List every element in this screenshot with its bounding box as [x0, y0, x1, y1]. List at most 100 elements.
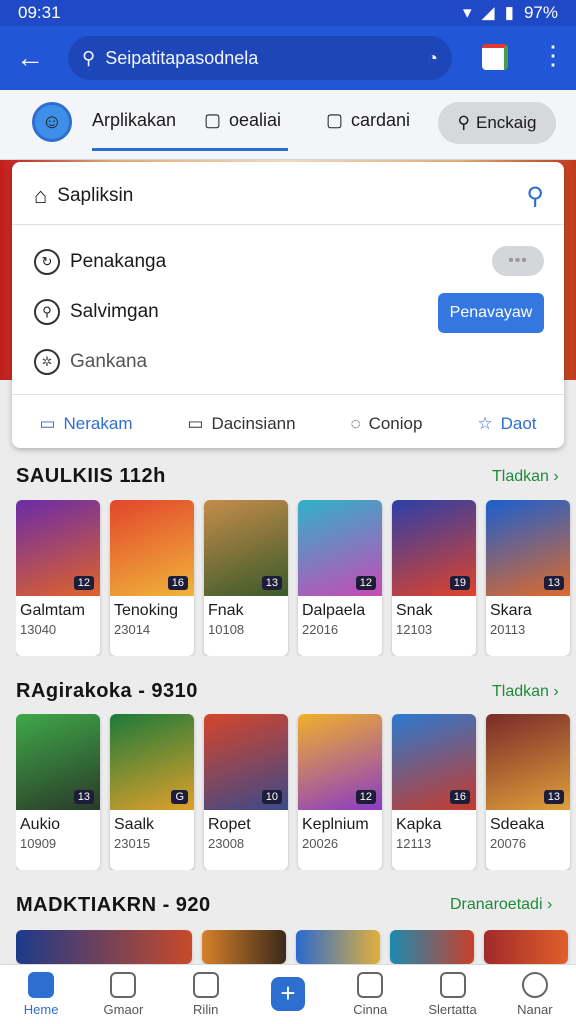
nav-label: Nanar [517, 1002, 553, 1017]
panel-title-row[interactable]: ⌂ Sapliksin ⚲ [12, 176, 564, 216]
tab-cards[interactable]: ▢ cardani [326, 110, 410, 131]
panel-item-label: Penakanga [70, 251, 167, 272]
panel-tab[interactable]: ▭ Dacinsiann [187, 414, 295, 434]
divider [12, 394, 564, 395]
nav-profile[interactable]: Nanar [500, 972, 570, 1017]
search-icon: ⚲ [82, 47, 96, 68]
toggle-button[interactable]: ••• [492, 246, 544, 276]
game-card[interactable] [202, 930, 286, 964]
panel-item[interactable]: ↻ Penakanga [12, 242, 564, 282]
game-name: Saalk [114, 816, 155, 833]
signal-icon: ◢ [481, 3, 495, 22]
section-title: MADKTIAKRN - 920 [16, 894, 211, 916]
search-icon: ⚲ [34, 299, 60, 325]
game-card[interactable]: 19 Snak 12103 [392, 500, 476, 656]
game-card[interactable]: 13 Sdeaka 20076 [486, 714, 570, 870]
section-link-label: Tladkan [492, 468, 549, 485]
panel-tab-label: Dacinsiann [211, 414, 296, 433]
game-card[interactable]: 13 Aukio 10909 [16, 714, 100, 870]
section-more-link[interactable]: Dranaroetadi › [450, 896, 552, 914]
nav-games[interactable]: Gmaor [88, 972, 158, 1017]
search-icon[interactable]: ⚲ [526, 182, 544, 211]
nav-label: Cinna [353, 1002, 388, 1017]
tab-label: Enckaig [475, 113, 537, 132]
section-title: RAgirakoka - 9310 [16, 680, 198, 702]
battery-level: 97% [523, 3, 558, 22]
rating-badge: 16 [449, 790, 470, 804]
game-art: 12 [298, 714, 382, 810]
rating-badge: 12 [355, 576, 376, 590]
game-card[interactable]: 12 Galmtam 13040 [16, 500, 100, 656]
game-name: Tenoking [114, 602, 179, 619]
game-card[interactable] [484, 930, 568, 964]
more-menu-icon[interactable]: ⋮ [540, 42, 566, 68]
game-name: Fnak [208, 602, 244, 619]
game-count: 10108 [208, 622, 245, 637]
panel-tab-label: Daot [500, 414, 537, 433]
section-link-label: Dranaroetadi [450, 896, 543, 913]
panel-title: Sapliksin [57, 185, 134, 206]
nav-home[interactable]: Heme [6, 972, 76, 1017]
tab-label: Arplikakan [92, 110, 177, 130]
panel-tab[interactable]: ☆ Daot [477, 414, 536, 434]
comment-icon: ◌ [350, 414, 361, 433]
game-card[interactable] [296, 930, 380, 964]
nav-cinema[interactable]: Cinna [335, 972, 405, 1017]
game-card[interactable]: 10 Ropet 23008 [204, 714, 288, 870]
game-card[interactable]: 12 Dalpaela 22016 [298, 500, 382, 656]
panel-item-label: Salvimgan [70, 301, 159, 322]
section-title: SAULKIIS 112h [16, 465, 166, 487]
game-card[interactable] [16, 930, 192, 964]
game-row [16, 930, 576, 964]
avatar[interactable]: ☺ [32, 102, 72, 142]
game-count: 12113 [396, 836, 432, 851]
nav-add[interactable]: + [253, 976, 323, 1013]
chat-icon: ▭ [39, 414, 56, 433]
gamepad-icon [110, 972, 137, 998]
star-icon: ☆ [477, 414, 493, 433]
action-button[interactable]: Penavayaw [438, 293, 544, 333]
divider [12, 224, 564, 225]
game-art: 16 [110, 500, 194, 596]
nav-list[interactable]: Rilin [171, 972, 241, 1017]
search-input[interactable]: ⚲ Seipatitapasodnela ◔ [68, 36, 452, 80]
game-card[interactable]: 13 Fnak 10108 [204, 500, 288, 656]
game-name: Ropet [208, 816, 251, 833]
rating-badge: 12 [73, 576, 94, 590]
tab-label: oealiai [229, 110, 282, 130]
game-name: Keplnium [302, 816, 369, 833]
game-card[interactable]: 16 Kapka 12113 [392, 714, 476, 870]
panel-tab[interactable]: ◌ Coniop [350, 414, 422, 434]
game-card[interactable]: 16 Tenoking 23014 [110, 500, 194, 656]
game-card[interactable]: 12 Keplnium 20026 [298, 714, 382, 870]
status-bar: 09:31 ▾ ◢ ▮ 97% [0, 0, 576, 26]
game-card[interactable] [390, 930, 474, 964]
bottom-nav: Heme Gmaor Rilin + Cinna Slertatta Nanar [0, 964, 576, 1024]
timer-icon[interactable]: ◔ [427, 48, 438, 69]
tab-label: cardani [351, 110, 411, 130]
plus-icon: + [270, 976, 305, 1011]
section-more-link[interactable]: Tladkan › [492, 683, 559, 701]
refresh-icon: ↻ [34, 249, 60, 275]
game-card[interactable]: G Saalk 23015 [110, 714, 194, 870]
image-icon [357, 972, 384, 998]
panel-tab-label: Coniop [368, 414, 423, 433]
panel-tab[interactable]: ▭ Nerakam [39, 414, 132, 434]
game-count: 23008 [208, 836, 245, 851]
tab-search-pill[interactable]: ⚲ Enckaig [438, 102, 556, 144]
game-count: 23014 [114, 622, 151, 637]
game-count: 20076 [490, 836, 527, 851]
tab-games[interactable]: ▢ oealiai [204, 110, 281, 131]
google-play-icon[interactable] [482, 44, 508, 70]
app-bar: ← ⚲ Seipatitapasodnela ◔ ⋮ [0, 26, 576, 90]
game-art: 13 [204, 500, 288, 596]
back-arrow-icon[interactable]: ← [0, 26, 60, 90]
nav-search[interactable]: Slertatta [418, 972, 488, 1017]
wifi-icon: ▾ [462, 3, 472, 22]
game-card[interactable]: 13 Skara 20113 [486, 500, 570, 656]
panel-item[interactable]: ✲ Gankana [12, 342, 564, 382]
tab-apps[interactable]: Arplikakan [92, 110, 176, 131]
dropdown-panel: ⌂ Sapliksin ⚲ ↻ Penakanga ••• ⚲ Salvimga… [12, 162, 564, 448]
nav-label: Rilin [193, 1002, 219, 1017]
section-more-link[interactable]: Tladkan › [492, 468, 559, 486]
